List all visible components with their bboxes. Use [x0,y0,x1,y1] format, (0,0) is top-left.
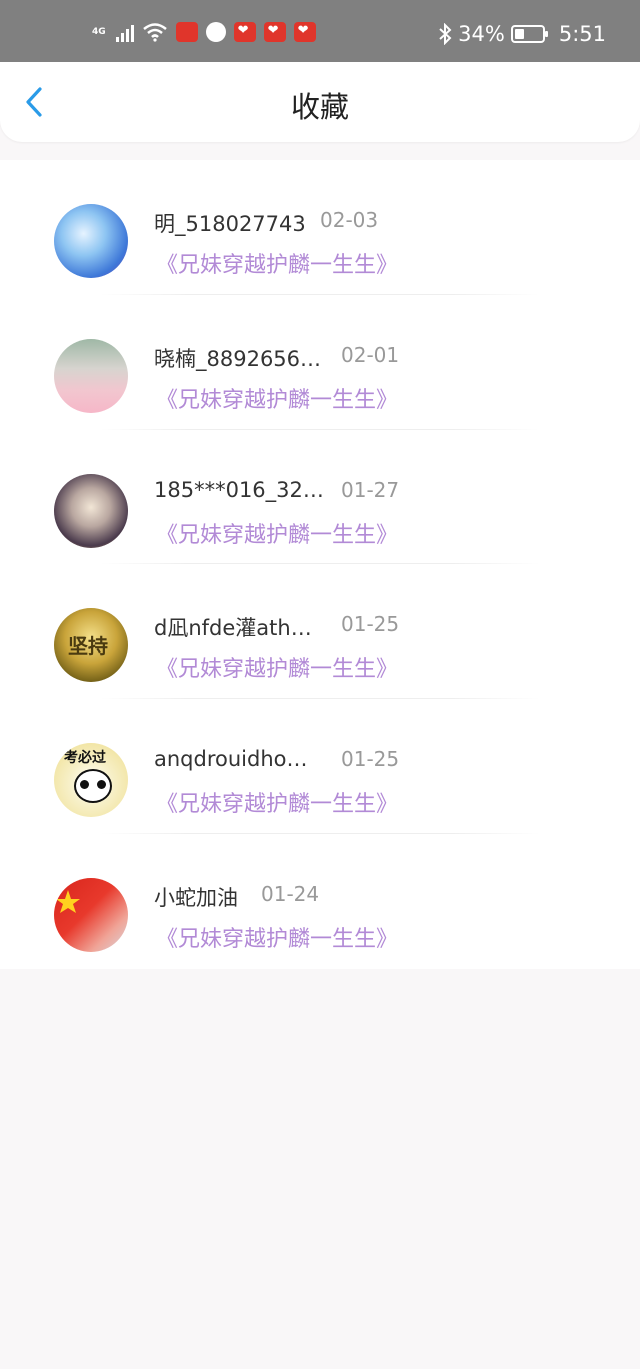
book-title-link[interactable]: 《兄妹穿越护麟一生生》 [156,247,398,279]
pinduoduo-icon [263,22,286,42]
item-date: 01-24 [261,881,320,906]
avatar[interactable] [54,338,128,413]
list-item[interactable]: 考必过 anqdrouidho… 01-25 《兄妹穿越护麟一生生》 [0,699,640,834]
book-title-link[interactable]: 《兄妹穿越护麟一生生》 [156,921,398,953]
book-title-link[interactable]: 《兄妹穿越护麟一生生》 [156,382,398,414]
user-name: 晓楠_8892656… [154,346,322,371]
bluetooth-icon [439,23,452,45]
book-title-link[interactable]: 《兄妹穿越护麟一生生》 [156,651,398,683]
panda-face [74,769,112,804]
book-title-link[interactable]: 《兄妹穿越护麟一生生》 [156,517,398,549]
status-right: 34% 5:51 [438,22,606,46]
favorites-list: 明_518027743 02-03 《兄妹穿越护麟一生生》 晓楠_8892656… [0,160,640,969]
list-item[interactable]: 小蛇加油 01-24 《兄妹穿越护麟一生生》 [0,834,640,969]
wifi-icon [142,23,167,42]
status-left: 4G [92,22,316,42]
status-bar: 4G 34% 5:51 [0,0,640,62]
avatar[interactable] [54,473,128,548]
star-icon [56,889,80,913]
item-date: 02-03 [320,208,379,232]
book-title-link[interactable]: 《兄妹穿越护麟一生生》 [156,786,398,818]
clock: 5:51 [558,22,606,46]
page-title: 收藏 [290,90,349,124]
battery-icon [510,25,548,43]
list-item[interactable]: 明_518027743 02-03 《兄妹穿越护麟一生生》 [0,160,640,295]
item-date: 01-25 [341,612,400,637]
avatar[interactable]: 坚持 [54,608,128,683]
list-item[interactable]: 185***016_32… 01-27 《兄妹穿越护麟一生生》 [0,430,640,565]
user-name: 185***016_32… [154,477,324,502]
list-item[interactable]: 坚持 d凪nfde灌ath… 01-25 《兄妹穿越护麟一生生》 [0,564,640,700]
list-item[interactable]: 晓楠_8892656… 02-01 《兄妹穿越护麟一生生》 [0,295,640,430]
nav-bar: 收藏 [0,62,640,142]
huawei-app-icon [175,22,198,42]
pinduoduo-icon [233,22,256,42]
network-type: 4G [92,26,106,37]
item-date: 01-25 [341,747,400,772]
item-date: 01-27 [341,477,400,502]
pinduoduo-icon [293,22,316,42]
avatar-text: 坚持 [68,634,108,659]
battery-percent: 34% [458,22,505,46]
avatar[interactable] [54,204,128,278]
avatar[interactable]: 考必过 [54,743,128,818]
avatar-text: 考必过 [64,750,106,767]
battery-fill [514,29,524,39]
user-name: 小蛇加油 [154,885,238,910]
item-date: 02-01 [341,342,400,367]
signal-icon [115,22,134,42]
user-name: anqdrouidho… [154,747,308,772]
avatar[interactable] [54,877,128,952]
user-name: 明_518027743 [154,212,306,236]
user-name: d凪nfde灌ath… [154,616,312,641]
browser-icon [205,22,226,42]
